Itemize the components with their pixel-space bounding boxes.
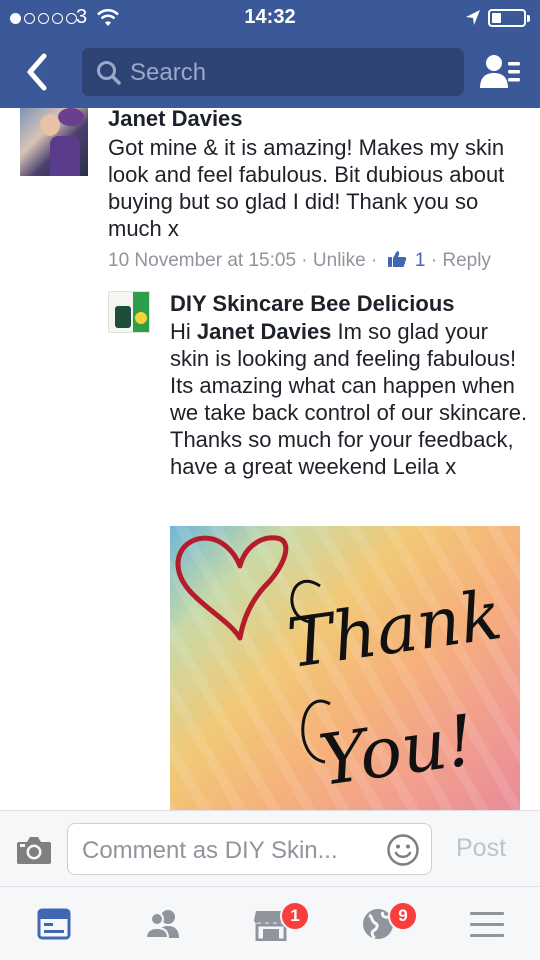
comment-text: Got mine & it is amazing! Makes my skin … [108,135,505,241]
comment-meta-row: 10 November at 15:05 · Unlike · 1 · Repl… [108,250,491,272]
comment-input[interactable]: Comment as DIY Skin... [67,823,432,875]
comment-author-name[interactable]: Janet Davies [108,108,243,132]
chevron-left-icon [27,53,47,91]
thumbs-up-icon [387,251,406,267]
tab-friend-requests[interactable] [108,887,216,960]
menu-icon [470,912,504,937]
tab-marketplace[interactable]: 1 [216,887,324,960]
bottom-tab-bar: 1 9 [0,886,540,960]
status-bar: 3 14:32 [0,0,540,36]
avatar[interactable] [20,108,88,176]
camera-icon [17,837,51,864]
emoji-button[interactable] [386,833,420,867]
marketplace-badge: 1 [280,901,310,931]
image-text-thank: Thank [283,576,507,684]
news-feed-icon [37,908,71,940]
reply-text: Hi Janet Davies Im so glad your skin is … [170,318,530,480]
reply-text-prefix: Hi [170,319,197,344]
reply-link[interactable]: Reply [442,250,491,271]
search-icon [97,61,121,85]
heart-icon [175,535,289,641]
thank-you-graphic: Thank You! [175,535,507,802]
tab-news-feed[interactable] [0,887,108,960]
comments-thread: Janet Davies Got mine & it is amazing! M… [0,108,540,810]
location-arrow-icon [466,10,480,25]
thank-you-image[interactable]: Thank You! [170,526,520,810]
like-count[interactable]: 1 [415,250,426,271]
battery-icon [488,9,530,27]
reply-author-name[interactable]: DIY Skincare Bee Delicious [170,291,455,317]
back-button[interactable] [18,50,58,94]
comment-placeholder: Comment as DIY Skin... [82,837,338,864]
friends-list-icon [480,55,520,88]
tab-more[interactable] [432,887,540,960]
meta-separator: · [371,250,378,271]
page-avatar[interactable] [108,291,150,333]
post-button[interactable]: Post [456,834,506,863]
meta-separator: · [301,250,308,271]
clock: 14:32 [244,6,296,28]
meta-separator: · [430,250,438,271]
search-placeholder: Search [130,59,207,86]
mention-link[interactable]: Janet Davies [197,319,332,344]
search-input[interactable]: Search [82,48,464,96]
notifications-badge: 9 [388,901,418,931]
camera-button[interactable] [16,835,52,865]
tab-notifications[interactable]: 9 [324,887,432,960]
comment-composer: Comment as DIY Skin... Post [0,810,540,886]
image-text-you: You! [314,699,479,802]
smiley-icon [387,834,419,866]
friends-list-button[interactable] [476,48,524,96]
friends-icon [145,910,179,939]
top-nav-bar: 3 14:32 Search [0,0,540,108]
comment-timestamp: 10 November at 15:05 [108,250,297,271]
unlike-link[interactable]: Unlike [313,250,366,271]
